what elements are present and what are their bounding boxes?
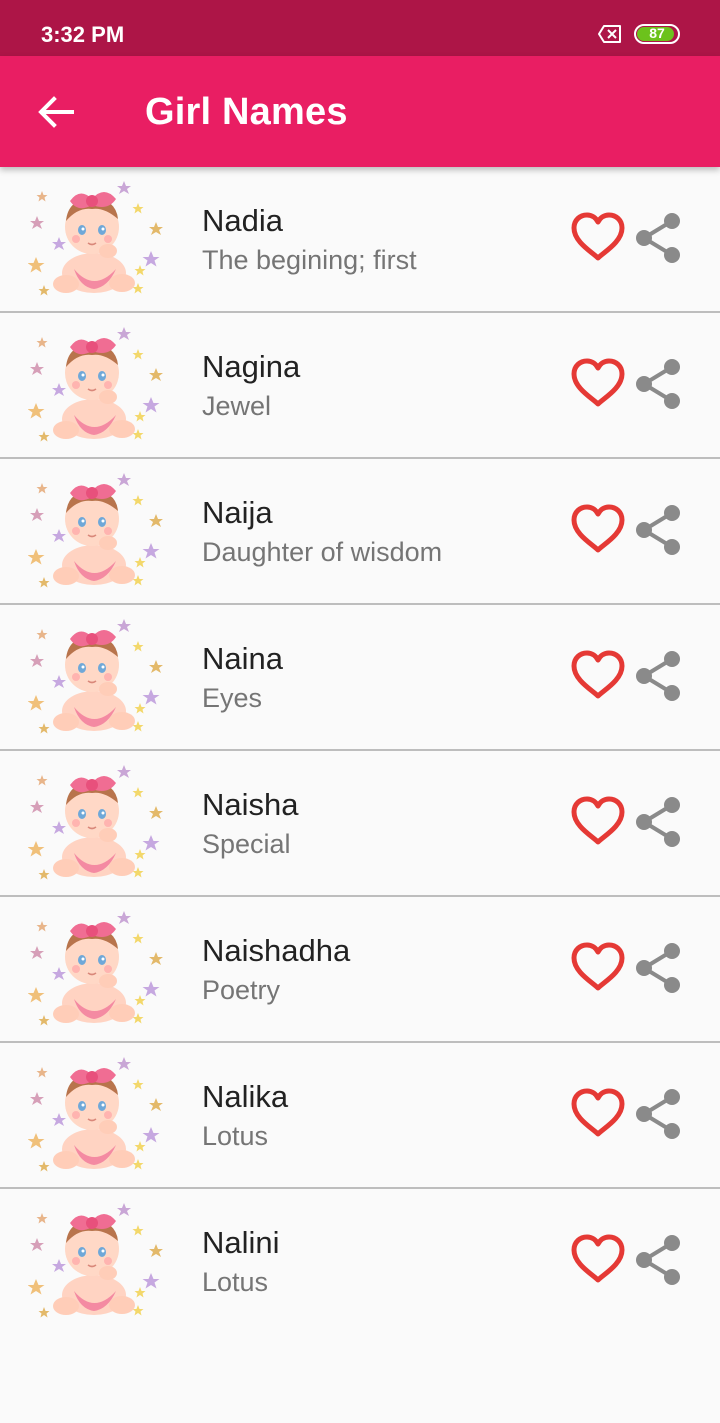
list-item[interactable]: Nagina Jewel (0, 313, 720, 459)
heart-icon[interactable] (570, 649, 626, 701)
battery-label: 87 (649, 25, 665, 41)
share-icon[interactable] (632, 1233, 684, 1287)
baby-girl-image (28, 911, 174, 1027)
name-title: Nalika (202, 1079, 289, 1114)
heart-icon[interactable] (570, 1087, 626, 1139)
name-title: Naishadha (202, 933, 351, 968)
share-icon[interactable] (632, 941, 684, 995)
heart-icon[interactable] (570, 1233, 626, 1285)
baby-girl-image (28, 619, 174, 735)
list-item[interactable]: Naina Eyes (0, 605, 720, 751)
share-icon[interactable] (632, 649, 684, 703)
name-meaning: Lotus (202, 1267, 269, 1297)
baby-girl-image (28, 473, 174, 589)
list-item[interactable]: Nalini Lotus (0, 1189, 720, 1333)
baby-girl-image (28, 1057, 174, 1173)
heart-icon[interactable] (570, 503, 626, 555)
name-title: Naina (202, 641, 283, 676)
close-box-icon (598, 25, 621, 43)
arrow-back-icon[interactable] (36, 94, 76, 130)
list-item[interactable]: Nalika Lotus (0, 1043, 720, 1189)
names-list: Nadia The begining; first Nagina Jewel N… (0, 167, 720, 1333)
share-icon[interactable] (632, 1087, 684, 1141)
list-item[interactable]: Naisha Special (0, 751, 720, 897)
status-time: 3:32 PM (41, 22, 125, 47)
name-title: Nadia (202, 203, 283, 238)
baby-girl-image (28, 181, 174, 297)
list-item[interactable]: Nadia The begining; first (0, 167, 720, 313)
page-title: Girl Names (145, 91, 348, 133)
name-meaning: The begining; first (202, 245, 417, 275)
heart-icon[interactable] (570, 357, 626, 409)
list-item[interactable]: Naija Daughter of wisdom (0, 459, 720, 605)
name-title: Naija (202, 495, 273, 530)
name-meaning: Jewel (202, 391, 272, 421)
name-title: Nalini (202, 1225, 280, 1260)
name-meaning: Special (202, 829, 291, 859)
name-meaning: Lotus (202, 1121, 269, 1151)
baby-girl-image (28, 1203, 174, 1319)
share-icon[interactable] (632, 795, 684, 849)
battery-icon: 87 (634, 24, 680, 44)
list-item[interactable]: Naishadha Poetry (0, 897, 720, 1043)
heart-icon[interactable] (570, 795, 626, 847)
share-icon[interactable] (632, 357, 684, 411)
heart-icon[interactable] (570, 941, 626, 993)
app-bar: Girl Names (0, 56, 720, 167)
heart-icon[interactable] (570, 211, 626, 263)
share-icon[interactable] (632, 503, 684, 557)
name-title: Nagina (202, 349, 301, 384)
share-icon[interactable] (632, 211, 684, 265)
status-bar: 3:32 PM 87 (0, 0, 720, 56)
baby-girl-image (28, 765, 174, 881)
name-meaning: Daughter of wisdom (202, 537, 443, 567)
name-meaning: Poetry (202, 975, 281, 1005)
name-title: Naisha (202, 787, 299, 822)
name-meaning: Eyes (202, 683, 263, 713)
baby-girl-image (28, 327, 174, 443)
